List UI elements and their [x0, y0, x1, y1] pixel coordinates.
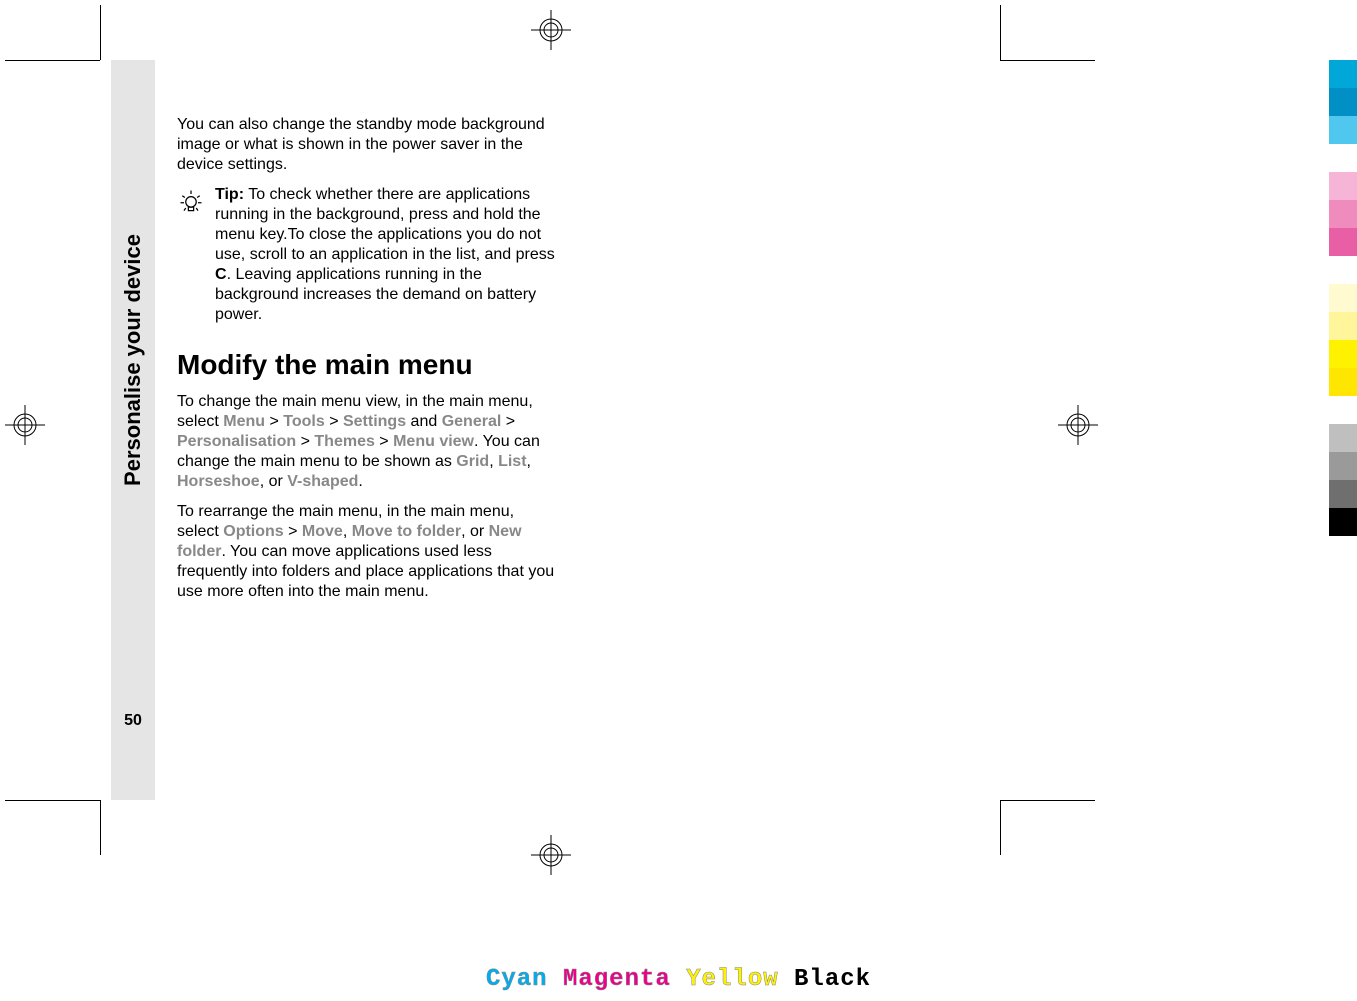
chapter-tab: Personalise your device 50 — [111, 60, 155, 800]
cmyk-cyan: Cyan — [486, 966, 548, 993]
registration-mark-icon — [531, 10, 571, 50]
color-swatch — [1329, 172, 1357, 200]
color-swatch — [1329, 480, 1357, 508]
color-swatch — [1329, 284, 1357, 312]
color-calibration-swatches — [1329, 60, 1357, 536]
tip-lightbulb-icon — [177, 187, 205, 221]
color-swatch — [1329, 340, 1357, 368]
ui-grid: Grid — [456, 453, 489, 470]
color-swatch — [1329, 116, 1357, 144]
cmyk-magenta: Magenta — [563, 966, 671, 993]
registration-mark-icon — [1058, 405, 1098, 445]
paragraph-menu-view: To change the main menu view, in the mai… — [177, 392, 559, 492]
ui-personalisation: Personalisation — [177, 433, 296, 450]
color-swatch — [1329, 88, 1357, 116]
color-swatch — [1329, 312, 1357, 340]
ui-menu: Menu — [223, 413, 265, 430]
ui-themes: Themes — [314, 433, 374, 450]
ui-options: Options — [223, 523, 283, 540]
ui-list: List — [498, 453, 526, 470]
color-swatch — [1329, 508, 1357, 536]
key-c: C — [215, 266, 227, 283]
color-swatch — [1329, 144, 1357, 172]
registration-mark-icon — [531, 835, 571, 875]
color-swatch — [1329, 60, 1357, 88]
intro-paragraph: You can also change the standby mode bac… — [177, 115, 559, 175]
ui-move: Move — [302, 523, 343, 540]
section-heading: Modify the main menu — [177, 347, 559, 382]
page-number: 50 — [111, 712, 155, 730]
color-swatch — [1329, 368, 1357, 396]
color-swatch — [1329, 256, 1357, 284]
page-content: You can also change the standby mode bac… — [177, 115, 559, 612]
ui-menu-view: Menu view — [393, 433, 474, 450]
tip-text: Tip: To check whether there are applicat… — [215, 185, 559, 325]
tip-label: Tip: — [215, 186, 244, 203]
cmyk-separation-labels: Cyan Magenta Yellow Black — [0, 966, 1357, 993]
color-swatch — [1329, 424, 1357, 452]
registration-mark-icon — [5, 405, 45, 445]
ui-move-to-folder: Move to folder — [352, 523, 461, 540]
paragraph-rearrange: To rearrange the main menu, in the main … — [177, 502, 559, 602]
ui-general: General — [442, 413, 502, 430]
cmyk-black: Black — [794, 966, 871, 993]
color-swatch — [1329, 452, 1357, 480]
ui-vshaped: V-shaped — [287, 473, 358, 490]
color-swatch — [1329, 396, 1357, 424]
ui-tools: Tools — [283, 413, 324, 430]
ui-settings: Settings — [343, 413, 406, 430]
chapter-title: Personalise your device — [120, 234, 146, 486]
color-swatch — [1329, 228, 1357, 256]
color-swatch — [1329, 200, 1357, 228]
ui-horseshoe: Horseshoe — [177, 473, 260, 490]
cmyk-yellow: Yellow — [686, 966, 778, 993]
tip-block: Tip: To check whether there are applicat… — [177, 185, 559, 325]
